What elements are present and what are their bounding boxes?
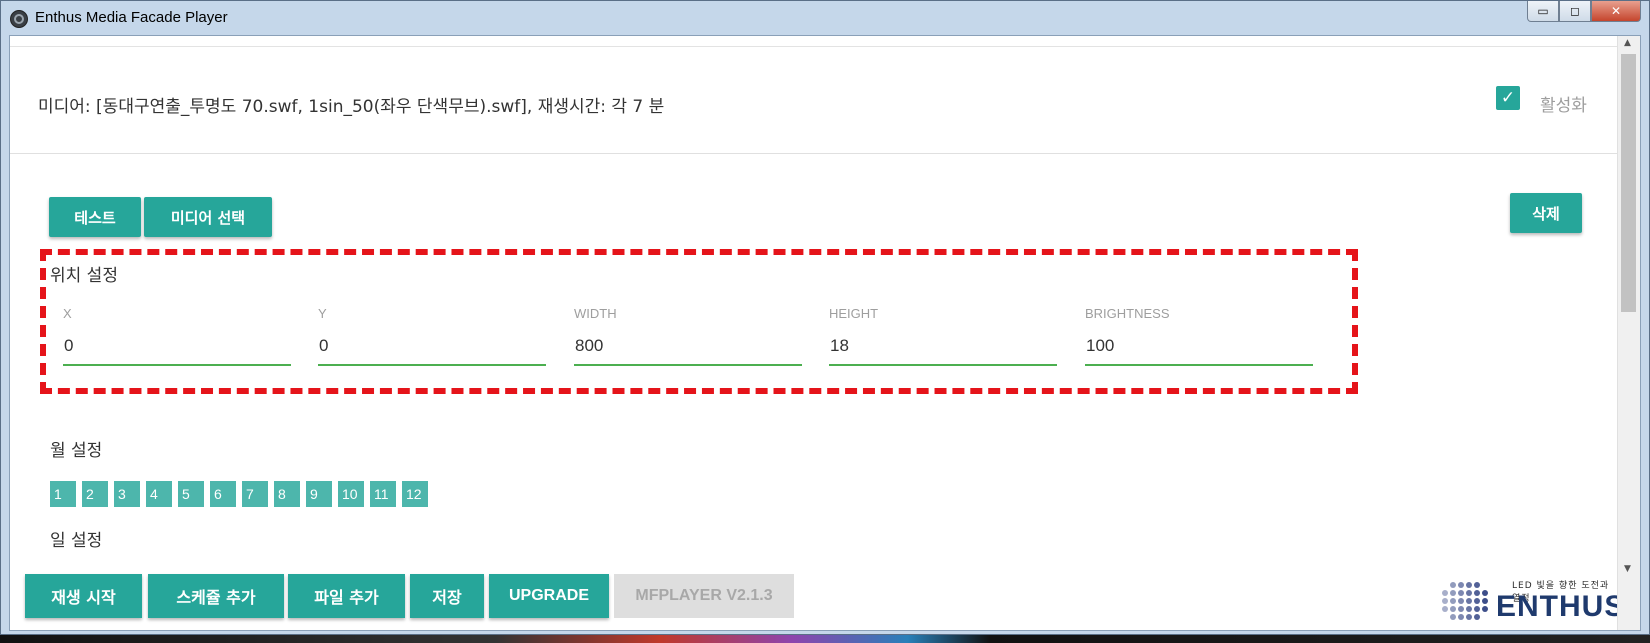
- logo-dot: [1458, 590, 1464, 596]
- month-chip-10[interactable]: 10: [338, 481, 364, 507]
- logo-dot: [1474, 582, 1480, 588]
- y-label: Y: [318, 306, 327, 321]
- logo-dot: [1458, 598, 1464, 604]
- width-underline: [574, 364, 802, 366]
- height-field: HEIGHT 18: [829, 306, 1057, 366]
- logo-dot: [1466, 614, 1472, 620]
- width-label: WIDTH: [574, 306, 617, 321]
- y-input[interactable]: 0: [318, 336, 546, 362]
- logo-dot: [1482, 606, 1488, 612]
- enthus-logo: LED 빛을 향한 도전과 열정 ENTHUS: [1442, 574, 1624, 626]
- logo-dot: [1466, 598, 1472, 604]
- divider: [10, 46, 1618, 47]
- month-chip-7[interactable]: 7: [242, 481, 268, 507]
- activate-checkbox[interactable]: ✓: [1496, 86, 1520, 110]
- upgrade-button[interactable]: UPGRADE: [489, 574, 609, 618]
- brightness-label: BRIGHTNESS: [1085, 306, 1170, 321]
- media-summary: 미디어: [동대구연출_투명도 70.swf, 1sin_50(좌우 단색무브)…: [38, 97, 665, 117]
- client-area: 미디어: [동대구연출_투명도 70.swf, 1sin_50(좌우 단색무브)…: [9, 35, 1641, 631]
- app-window: Enthus Media Facade Player ▭ ◻ ✕ 미디어: [동…: [0, 0, 1650, 635]
- scroll-thumb[interactable]: [1621, 54, 1636, 312]
- day-section-title: 일 설정: [50, 531, 103, 551]
- delete-button[interactable]: 삭제: [1510, 193, 1582, 233]
- logo-dot: [1474, 606, 1480, 612]
- window-controls: ▭ ◻ ✕: [1527, 1, 1641, 23]
- month-section-title: 월 설정: [50, 441, 103, 461]
- scroll-up-icon[interactable]: ▲: [1624, 38, 1631, 48]
- divider: [10, 153, 1618, 154]
- logo-dot: [1482, 590, 1488, 596]
- width-field: WIDTH 800: [574, 306, 802, 366]
- month-chip-9[interactable]: 9: [306, 481, 332, 507]
- check-icon: ✓: [1500, 88, 1516, 108]
- month-chip-3[interactable]: 3: [114, 481, 140, 507]
- y-underline: [318, 364, 546, 366]
- month-chip-8[interactable]: 8: [274, 481, 300, 507]
- logo-dot: [1442, 590, 1448, 596]
- month-chip-6[interactable]: 6: [210, 481, 236, 507]
- logo-dot: [1450, 606, 1456, 612]
- logo-dot: [1474, 598, 1480, 604]
- vertical-scrollbar[interactable]: ▲ ▼: [1617, 36, 1640, 630]
- logo-dot: [1482, 598, 1488, 604]
- x-label: X: [63, 306, 72, 321]
- add-file-button[interactable]: 파일 추가: [288, 574, 405, 618]
- media-select-button[interactable]: 미디어 선택: [144, 197, 272, 237]
- maximize-button[interactable]: ◻: [1559, 1, 1591, 22]
- logo-wordmark: ENTHUS: [1496, 590, 1626, 623]
- save-button[interactable]: 저장: [410, 574, 484, 618]
- logo-dot: [1474, 590, 1480, 596]
- height-label: HEIGHT: [829, 306, 879, 321]
- enthus-logo-mark: [1442, 582, 1494, 626]
- logo-dot: [1466, 582, 1472, 588]
- month-chips: 1 2 3 4 5 6 7 8 9 10 11 12: [50, 481, 434, 507]
- logo-dot: [1450, 598, 1456, 604]
- add-schedule-button[interactable]: 스케쥴 추가: [148, 574, 284, 618]
- test-button[interactable]: 테스트: [49, 197, 141, 237]
- scroll-down-icon[interactable]: ▼: [1624, 564, 1631, 574]
- logo-dot: [1442, 606, 1448, 612]
- schedule-panel: 미디어: [동대구연출_투명도 70.swf, 1sin_50(좌우 단색무브)…: [10, 36, 1624, 630]
- taskbar-strip: [0, 635, 1650, 643]
- month-chip-5[interactable]: 5: [178, 481, 204, 507]
- x-input[interactable]: 0: [63, 336, 291, 362]
- month-chip-4[interactable]: 4: [146, 481, 172, 507]
- logo-dot: [1450, 614, 1456, 620]
- logo-dot: [1474, 614, 1480, 620]
- version-button: MFPLAYER V2.1.3: [614, 574, 794, 618]
- month-chip-1[interactable]: 1: [50, 481, 76, 507]
- minimize-button[interactable]: ▭: [1527, 1, 1559, 22]
- position-section-title: 위치 설정: [50, 266, 118, 286]
- month-chip-2[interactable]: 2: [82, 481, 108, 507]
- logo-dot: [1458, 606, 1464, 612]
- y-field: Y 0: [318, 306, 546, 366]
- month-chip-12[interactable]: 12: [402, 481, 428, 507]
- height-underline: [829, 364, 1057, 366]
- logo-dot: [1450, 582, 1456, 588]
- height-input[interactable]: 18: [829, 336, 1057, 362]
- app-icon: [10, 10, 28, 28]
- x-field: X 0: [63, 306, 291, 366]
- logo-dot: [1466, 590, 1472, 596]
- window-title: Enthus Media Facade Player: [35, 9, 228, 26]
- month-chip-11[interactable]: 11: [370, 481, 396, 507]
- activate-label: 활성화: [1540, 96, 1587, 116]
- logo-dot: [1458, 582, 1464, 588]
- play-start-button[interactable]: 재생 시작: [25, 574, 142, 618]
- x-underline: [63, 364, 291, 366]
- brightness-underline: [1085, 364, 1313, 366]
- close-button[interactable]: ✕: [1591, 1, 1641, 22]
- logo-dot: [1450, 590, 1456, 596]
- logo-dot: [1442, 598, 1448, 604]
- logo-dot: [1466, 606, 1472, 612]
- brightness-input[interactable]: 100: [1085, 336, 1313, 362]
- brightness-field: BRIGHTNESS 100: [1085, 306, 1313, 366]
- title-bar[interactable]: Enthus Media Facade Player ▭ ◻ ✕: [1, 1, 1649, 35]
- width-input[interactable]: 800: [574, 336, 802, 362]
- logo-dot: [1458, 614, 1464, 620]
